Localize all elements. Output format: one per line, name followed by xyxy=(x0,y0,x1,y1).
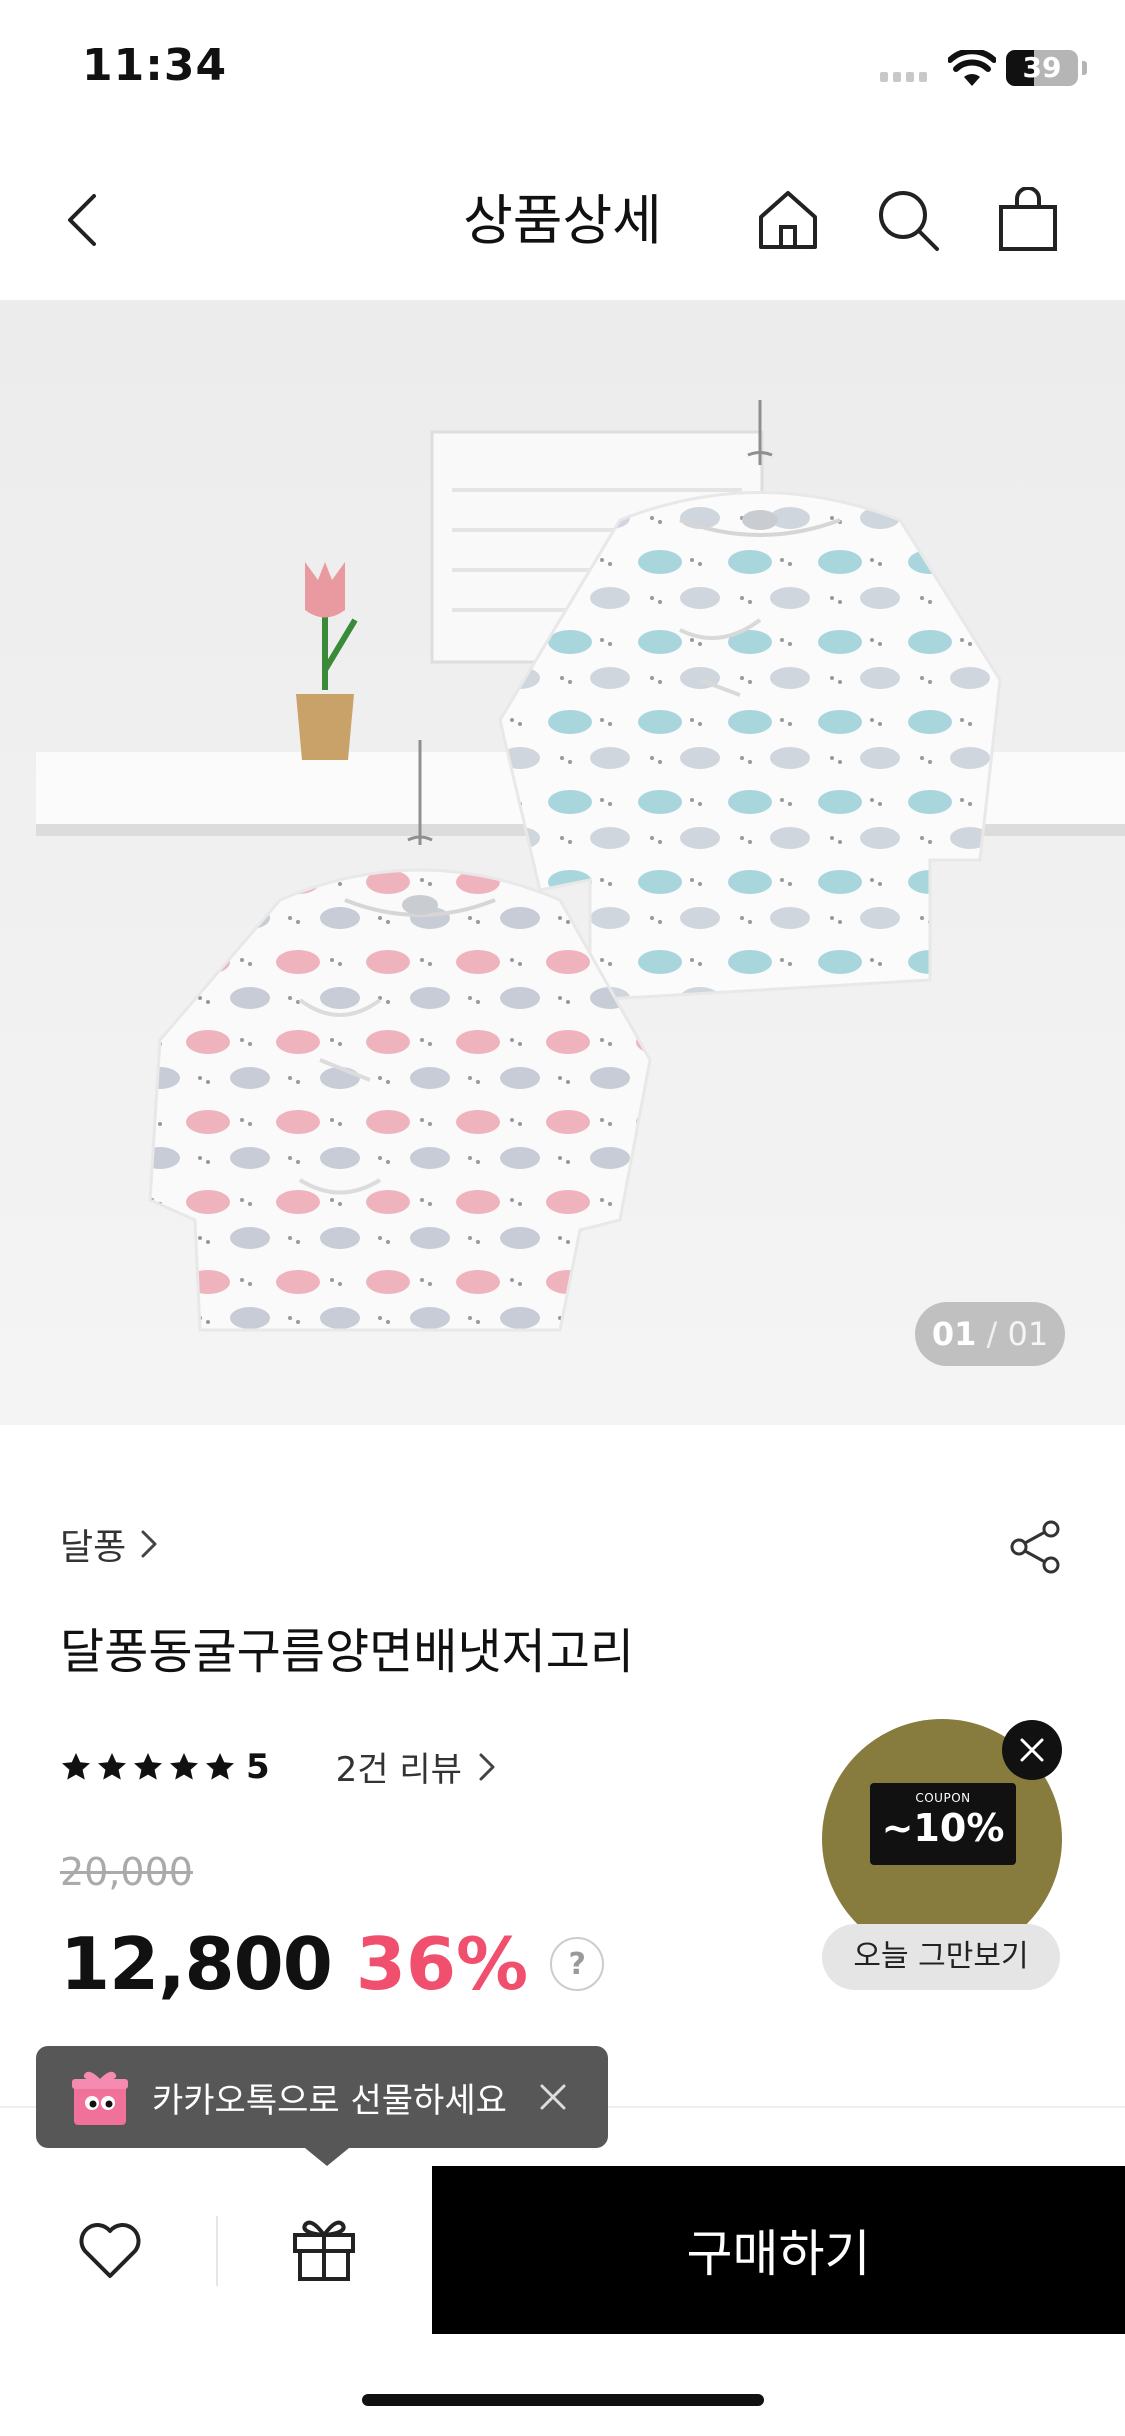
app-header: 상품상세 xyxy=(0,140,1125,300)
gift-toast[interactable]: 카카오톡으로 선물하세요 xyxy=(36,2046,608,2148)
gift-button[interactable] xyxy=(282,2206,366,2290)
battery-cap xyxy=(1082,61,1087,75)
coupon-close-button[interactable] xyxy=(1002,1720,1062,1780)
cart-button[interactable] xyxy=(990,182,1066,258)
home-button[interactable] xyxy=(750,182,826,258)
star-icon xyxy=(98,1752,126,1780)
product-title: 달퐁동굴구름양면배냇저고리 xyxy=(60,1624,635,1680)
toast-message: 카카오톡으로 선물하세요 xyxy=(152,2080,507,2121)
star-icon xyxy=(170,1752,198,1780)
original-price: 20,000 xyxy=(60,1850,193,1894)
review-link[interactable]: 2건 리뷰 xyxy=(336,1742,496,1791)
hide-today-button[interactable]: 오늘 그만보기 xyxy=(822,1924,1060,1990)
gallery-current-page: 01 xyxy=(931,1315,977,1353)
toast-close-button[interactable] xyxy=(535,2079,571,2115)
coupon-value: ~10% xyxy=(881,1806,1005,1850)
share-icon xyxy=(1010,1520,1060,1574)
wishlist-button[interactable] xyxy=(70,2210,150,2290)
rating-row: 5 2건 리뷰 xyxy=(60,1742,496,1791)
chevron-right-icon xyxy=(141,1530,157,1558)
coupon-ticket: COUPON ~10% xyxy=(870,1783,1016,1865)
share-button[interactable] xyxy=(1002,1514,1068,1580)
review-count: 2건 리뷰 xyxy=(335,1750,462,1790)
cart-icon xyxy=(999,187,1057,251)
star-icon xyxy=(62,1752,90,1780)
battery-level: 39 xyxy=(1022,51,1062,84)
toast-pointer xyxy=(305,2148,349,2166)
gift-icon xyxy=(293,2220,355,2281)
search-icon xyxy=(879,191,939,251)
star-icon xyxy=(134,1752,162,1780)
page-title: 상품상세 xyxy=(463,189,662,252)
gallery-page-indicator: 01 / 01 xyxy=(915,1302,1065,1366)
star-icon xyxy=(206,1752,234,1780)
brand-name: 달퐁 xyxy=(60,1527,127,1568)
coupon-label: COUPON xyxy=(915,1791,971,1805)
status-time: 11:34 xyxy=(82,40,228,91)
gift-character-icon xyxy=(72,2071,128,2125)
heart-icon xyxy=(79,2223,141,2278)
home-indicator xyxy=(362,2394,764,2406)
buy-button[interactable]: 구매하기 xyxy=(432,2166,1125,2334)
product-photo xyxy=(36,400,1125,1332)
wifi-icon xyxy=(948,50,996,86)
rating-value: 5 xyxy=(246,1746,270,1787)
brand-link[interactable]: 달퐁 xyxy=(60,1518,158,1570)
bar-divider xyxy=(216,2216,218,2286)
price-help-button[interactable]: ? xyxy=(550,1937,605,1991)
close-icon xyxy=(1020,1738,1044,1762)
gallery-total-pages: 01 xyxy=(1007,1315,1049,1353)
cellular-signal-icon xyxy=(880,72,927,82)
discount-rate: 36% xyxy=(355,1922,529,2006)
sale-price: 12,800 xyxy=(60,1922,333,2006)
close-icon xyxy=(540,2084,566,2110)
battery-icon: 39 xyxy=(1006,50,1078,86)
gallery-page-separator: / xyxy=(986,1315,998,1353)
search-button[interactable] xyxy=(870,182,946,258)
price-row: 12,800 36% ? xyxy=(60,1922,605,2006)
bottom-action-bar: 구매하기 xyxy=(0,2166,1125,2334)
status-bar: 11:34 39 xyxy=(0,0,1125,140)
rating-stars xyxy=(60,1751,236,1783)
home-icon xyxy=(759,191,817,249)
product-image-gallery[interactable]: 01 / 01 xyxy=(0,300,1125,1425)
chevron-right-icon xyxy=(479,1753,495,1780)
